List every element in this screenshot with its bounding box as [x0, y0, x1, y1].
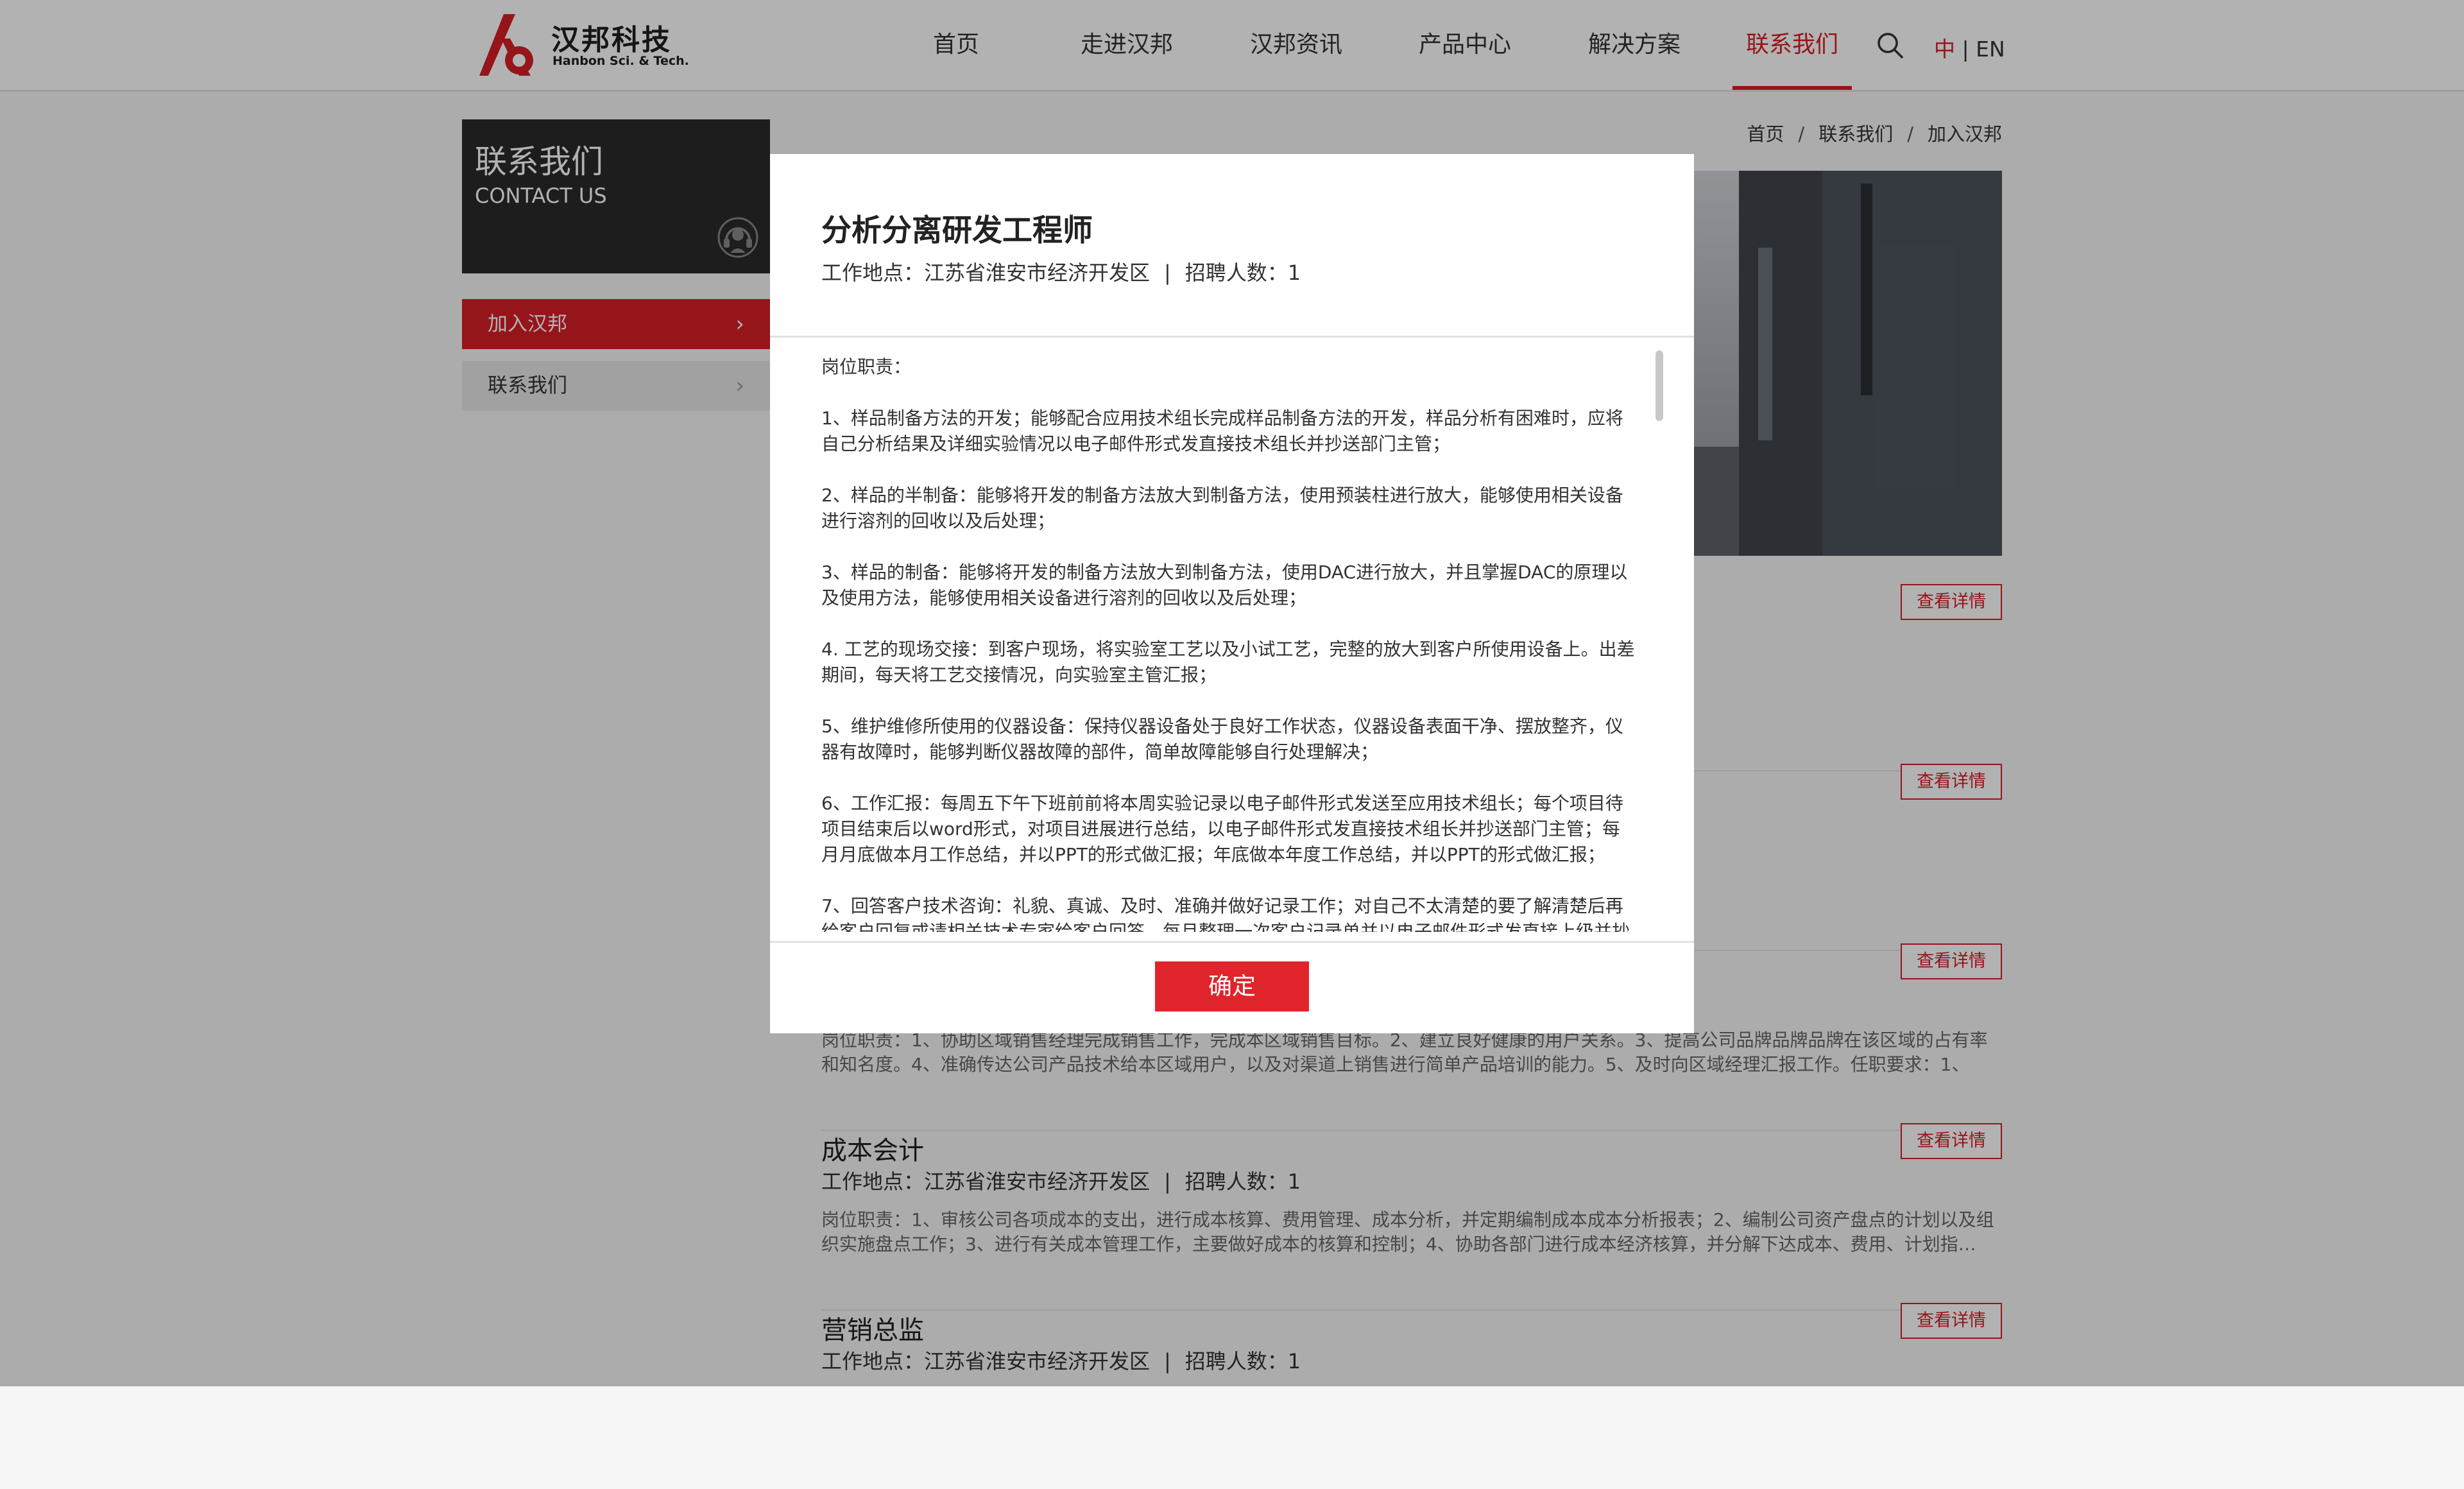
modal-paragraph: 岗位职责： [821, 356, 912, 377]
modal-body[interactable]: 岗位职责： 1、样品制备方法的开发；能够配合应用技术组长完成样品制备方法的开发，… [821, 354, 1635, 932]
modal-divider [770, 336, 1694, 338]
job-detail-modal: 分析分离研发工程师 工作地点：江苏省淮安市经济开发区 | 招聘人数：1 岗位职责： … [770, 154, 1694, 1033]
modal-paragraph: 3、样品的制备：能够将开发的制备方法放大到制备方法，使用DAC进行放大，并且掌握… [821, 562, 1628, 608]
meta-separator: | [1164, 261, 1171, 285]
modal-paragraph: 7、回答客户技术咨询：礼貌、真诚、及时、准确并做好记录工作；对自己不太清楚的要了… [821, 895, 1630, 932]
confirm-button[interactable]: 确定 [1155, 961, 1309, 1011]
modal-location: 工作地点：江苏省淮安市经济开发区 [821, 261, 1151, 285]
modal-count: 招聘人数：1 [1185, 261, 1301, 285]
modal-paragraph: 5、维护维修所使用的仪器设备：保持仪器设备处于良好工作状态，仪器设备表面干净、摆… [821, 716, 1623, 762]
modal-scrollbar[interactable] [1656, 350, 1663, 421]
modal-divider [770, 941, 1694, 943]
modal-title: 分析分离研发工程师 [821, 213, 1093, 248]
modal-paragraph: 1、样品制备方法的开发；能够配合应用技术组长完成样品制备方法的开发，样品分析有困… [821, 408, 1623, 454]
modal-paragraph: 4. 工艺的现场交接：到客户现场，将实验室工艺以及小试工艺，完整的放大到客户所使… [821, 639, 1635, 685]
modal-meta: 工作地点：江苏省淮安市经济开发区 | 招聘人数：1 [821, 257, 1301, 286]
modal-paragraph: 2、样品的半制备：能够将开发的制备方法放大到制备方法，使用预装柱进行放大，能够使… [821, 485, 1623, 531]
modal-paragraph: 6、工作汇报：每周五下午下班前前将本周实验记录以电子邮件形式发送至应用技术组长；… [821, 793, 1623, 865]
